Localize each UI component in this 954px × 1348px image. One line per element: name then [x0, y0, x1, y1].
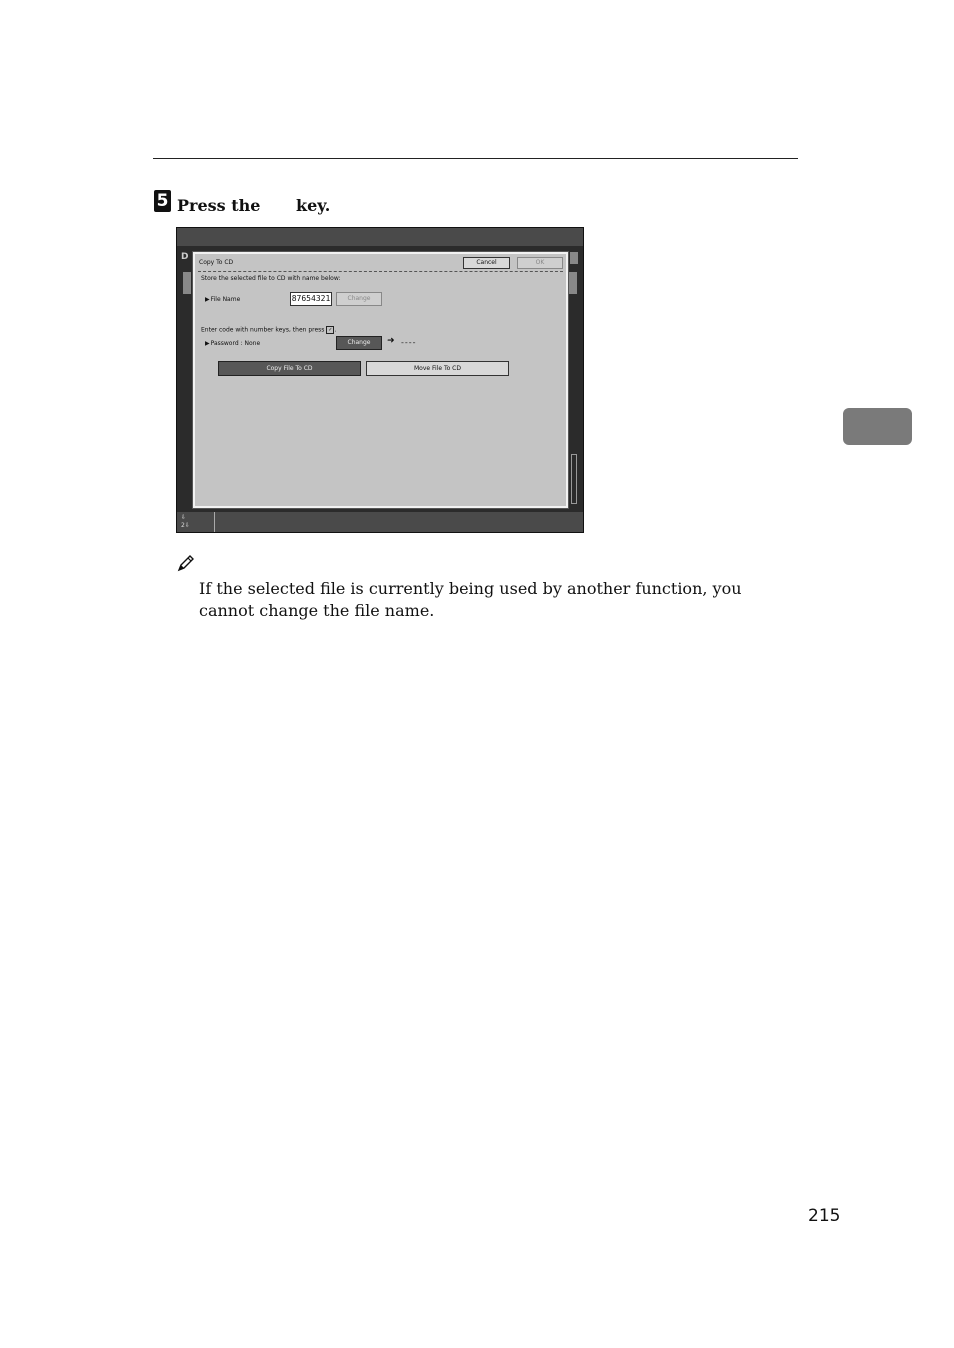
screen-top-bar [177, 228, 583, 246]
step-instruction-press: Press the [177, 196, 261, 215]
page-number: 215 [808, 1206, 841, 1226]
note-text: If the selected file is currently being … [199, 579, 742, 620]
file-name-change-button[interactable]: Change [336, 292, 382, 306]
bottom-divider [214, 512, 215, 532]
dialog-title: Copy To CD [199, 259, 234, 266]
background-panel-left [183, 272, 191, 294]
screen-bottom-bar: ⇩ 2⇩ [177, 512, 583, 532]
file-name-label: ▶File Name [205, 296, 240, 303]
chapter-tab [843, 408, 912, 445]
background-mark [570, 252, 578, 264]
step-instruction-key: key. [296, 196, 331, 215]
header-rule [153, 158, 798, 159]
password-mask: ---- [401, 338, 417, 347]
move-file-to-cd-button[interactable]: Move File To CD [366, 361, 509, 376]
dialog-header-divider [198, 271, 563, 272]
copy-to-cd-dialog: Copy To CD Cancel OK Store the selected … [193, 252, 568, 508]
arrow-right-icon: ➜ [387, 336, 395, 346]
status-line-1: ⇩ [181, 514, 187, 521]
status-line-2: 2⇩ [181, 522, 190, 529]
background-panel-right [569, 272, 577, 294]
screen-screenshot: D Copy To CD Cancel OK Store the selecte… [176, 227, 584, 533]
cancel-button[interactable]: Cancel [463, 257, 510, 269]
background-letter: D [181, 252, 189, 262]
triangle-icon: ▶ [205, 340, 210, 347]
triangle-icon: ▶ [205, 296, 210, 303]
step-number: 5 [154, 190, 171, 212]
password-change-button[interactable]: Change [336, 336, 382, 350]
file-name-field[interactable]: 87654321 [290, 292, 332, 306]
file-name-label-text: File Name [210, 296, 241, 303]
enter-code-text-label: Enter code with number keys, then press [201, 326, 325, 334]
enter-code-text: Enter code with number keys, then press … [201, 326, 337, 334]
note-pencil-icon [177, 555, 194, 572]
password-label-text: Password : None [210, 340, 261, 347]
background-scrollbar [571, 454, 577, 504]
ok-button[interactable]: OK [517, 257, 563, 269]
status-icons: ⇩ 2⇩ [181, 514, 215, 530]
instruction-text: Store the selected file to CD with name … [201, 275, 341, 282]
password-label: ▶Password : None [205, 340, 260, 347]
copy-file-to-cd-button[interactable]: Copy File To CD [218, 361, 361, 376]
